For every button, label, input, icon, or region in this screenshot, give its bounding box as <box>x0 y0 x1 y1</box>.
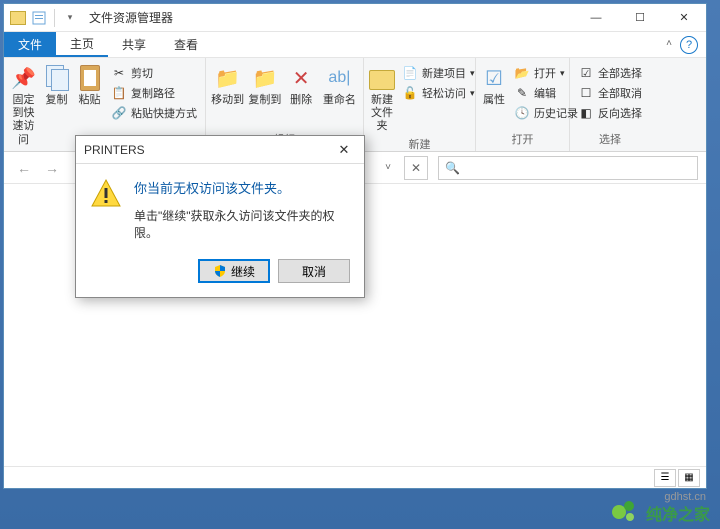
delete-button[interactable]: ✕ 删除 <box>285 60 318 107</box>
rename-button[interactable]: ab| 重命名 <box>320 60 359 107</box>
paste-button[interactable]: 粘贴 <box>74 60 105 107</box>
titlebar: ▾ 文件资源管理器 — ☐ ✕ <box>4 4 706 32</box>
easy-access-button[interactable]: 🔓轻松访问▾ <box>398 84 479 102</box>
shield-icon <box>213 264 227 278</box>
pin-button[interactable]: 📌 固定到快 速访问 <box>8 60 39 147</box>
cancel-button[interactable]: 取消 <box>278 259 350 283</box>
history-icon: 🕓 <box>514 105 530 121</box>
delete-icon: ✕ <box>287 64 315 92</box>
copyto-icon: 📁 <box>251 64 279 92</box>
address-dropdown[interactable]: ˅ <box>376 156 400 180</box>
details-view-button[interactable]: ☰ <box>654 469 676 487</box>
cut-button[interactable]: ✂剪切 <box>107 64 201 82</box>
dialog-close-button[interactable]: ✕ <box>332 140 356 160</box>
move-to-button[interactable]: 📁 移动到 <box>210 60 245 107</box>
statusbar: ☰ ▦ <box>4 466 706 488</box>
menubar: 文件 主页 共享 查看 ˄ ? <box>4 32 706 58</box>
scissors-icon: ✂ <box>111 65 127 81</box>
ribbon-collapse-icon[interactable]: ˄ <box>666 38 672 49</box>
quick-access-toolbar: ▾ <box>4 9 85 27</box>
pin-icon: 📌 <box>10 64 38 92</box>
easy-access-icon: 🔓 <box>402 85 418 101</box>
search-icon: 🔍 <box>445 161 460 175</box>
icons-view-button[interactable]: ▦ <box>678 469 700 487</box>
path-icon: 📋 <box>111 85 127 101</box>
copy-to-button[interactable]: 📁 复制到 <box>247 60 282 107</box>
search-input[interactable]: 🔍 <box>438 156 698 180</box>
folder-icon[interactable] <box>10 11 26 25</box>
invert-selection-button[interactable]: ◧反向选择 <box>574 104 646 122</box>
open-icon: 📂 <box>514 65 530 81</box>
dialog-heading: 你当前无权访问该文件夹。 <box>134 178 350 197</box>
select-all-icon: ☑ <box>578 65 594 81</box>
copy-path-button[interactable]: 📋复制路径 <box>107 84 201 102</box>
invert-icon: ◧ <box>578 105 594 121</box>
new-folder-button[interactable]: 新建 文件夹 <box>368 60 396 134</box>
forward-button[interactable]: → <box>40 156 64 180</box>
move-icon: 📁 <box>214 64 242 92</box>
paste-shortcut-button[interactable]: 🔗粘贴快捷方式 <box>107 104 201 122</box>
close-button[interactable]: ✕ <box>662 4 706 32</box>
select-none-button[interactable]: ☐全部取消 <box>574 84 646 102</box>
properties-qat-icon[interactable] <box>30 9 48 27</box>
new-item-button[interactable]: 📄新建项目▾ <box>398 64 479 82</box>
new-item-icon: 📄 <box>402 65 418 81</box>
rename-icon: ab| <box>325 64 353 92</box>
group-open-label: 打开 <box>480 129 565 151</box>
tab-home[interactable]: 主页 <box>56 32 108 57</box>
back-button[interactable]: ← <box>12 156 36 180</box>
refresh-button[interactable]: ✕ <box>404 156 428 180</box>
new-folder-icon <box>369 70 395 90</box>
help-icon[interactable]: ? <box>680 36 698 54</box>
dialog-title: PRINTERS <box>84 143 145 157</box>
continue-button[interactable]: 继续 <box>198 259 270 283</box>
dialog-titlebar: PRINTERS ✕ <box>76 136 364 164</box>
paste-icon <box>80 65 100 91</box>
shortcut-icon: 🔗 <box>111 105 127 121</box>
maximize-button[interactable]: ☐ <box>618 4 662 32</box>
tab-share[interactable]: 共享 <box>108 32 160 57</box>
select-none-icon: ☐ <box>578 85 594 101</box>
watermark: 纯净之家 <box>612 501 710 525</box>
permission-dialog: PRINTERS ✕ 你当前无权访问该文件夹。 单击"继续"获取永久访问该文件夹… <box>75 135 365 298</box>
dropdown-icon[interactable]: ▾ <box>61 9 79 27</box>
warning-icon <box>90 178 122 210</box>
properties-button[interactable]: ☑ 属性 <box>480 60 508 107</box>
group-select-label: 选择 <box>574 129 646 151</box>
tab-view[interactable]: 查看 <box>160 32 212 57</box>
copy-icon <box>46 65 68 91</box>
copy-button[interactable]: 复制 <box>41 60 72 107</box>
select-all-button[interactable]: ☑全部选择 <box>574 64 646 82</box>
tab-file[interactable]: 文件 <box>4 32 56 57</box>
window-title: 文件资源管理器 <box>89 9 173 26</box>
minimize-button[interactable]: — <box>574 4 618 32</box>
edit-icon: ✎ <box>514 85 530 101</box>
properties-icon: ☑ <box>480 64 508 92</box>
watermark-logo <box>612 501 642 525</box>
dialog-message: 单击"继续"获取永久访问该文件夹的权限。 <box>134 207 350 241</box>
